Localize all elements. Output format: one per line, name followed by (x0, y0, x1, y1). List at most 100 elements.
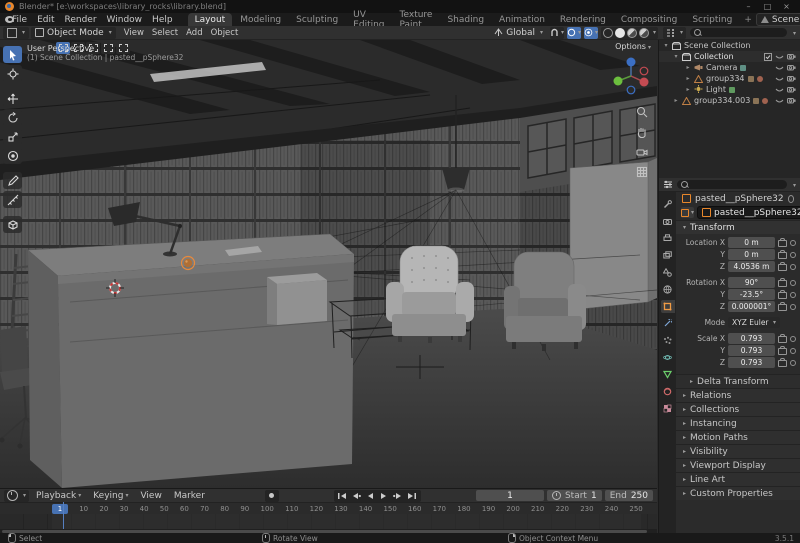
start-frame-field[interactable]: Start1 (547, 490, 602, 501)
hide-eye-icon[interactable] (775, 76, 784, 82)
close-button[interactable]: × (778, 1, 795, 12)
gizmo-y-axis[interactable] (614, 77, 623, 86)
disable-render-icon[interactable] (787, 64, 796, 71)
maximize-button[interactable]: □ (759, 1, 776, 12)
lock-icon[interactable] (778, 280, 787, 287)
transform-tool[interactable] (3, 147, 22, 164)
tab-scene[interactable] (661, 266, 675, 279)
minimize-button[interactable]: – (740, 1, 757, 12)
tab-layout[interactable]: Layout (188, 13, 233, 26)
select-box-tool[interactable] (3, 46, 22, 63)
menu-render[interactable]: Render (60, 13, 102, 26)
animate-dot[interactable] (790, 348, 796, 354)
tab-view-layer[interactable] (661, 249, 675, 262)
animate-dot[interactable] (790, 280, 796, 286)
tab-output[interactable] (661, 232, 675, 245)
gizmo-overlay-toggle[interactable] (584, 27, 598, 39)
shading-wireframe-icon[interactable] (603, 28, 613, 38)
outliner-row-group334-003[interactable]: ▸ group334.003 (659, 95, 800, 106)
properties-options-button[interactable] (791, 180, 796, 190)
snap-toggle[interactable] (550, 27, 564, 39)
hide-eye-icon[interactable] (775, 87, 784, 93)
timeline-menu-view[interactable]: View (135, 489, 166, 502)
tab-uv-editing[interactable]: UV Editing (346, 13, 391, 26)
animate-dot[interactable] (790, 240, 796, 246)
shading-material-icon[interactable] (627, 28, 637, 38)
section-instancing[interactable]: ▸Instancing (676, 416, 800, 430)
camera-view-icon[interactable] (636, 146, 648, 158)
ortho-grid-icon[interactable] (636, 166, 648, 178)
viewport-3d[interactable]: User Perspective (1) Scene Collection | … (0, 40, 657, 488)
gizmo-z-neg[interactable] (627, 86, 635, 94)
next-keyframe-button[interactable] (392, 490, 405, 501)
measure-tool[interactable] (3, 191, 22, 208)
scale-tool[interactable] (3, 128, 22, 145)
current-frame-field[interactable]: 1 (476, 490, 544, 501)
timeline-editor-selector[interactable] (4, 490, 29, 502)
section-visibility[interactable]: ▸Visibility (676, 444, 800, 458)
section-custom-properties[interactable]: ▸Custom Properties (676, 486, 800, 500)
annotate-tool[interactable] (3, 172, 22, 189)
cursor-tool[interactable] (3, 65, 22, 82)
menu-window[interactable]: Window (102, 13, 148, 26)
tab-modeling[interactable]: Modeling (233, 13, 288, 26)
disable-render-icon[interactable] (787, 53, 796, 60)
outliner-row-collection[interactable]: ▾ Collection (659, 51, 800, 62)
section-motion-paths[interactable]: ▸Motion Paths (676, 430, 800, 444)
outliner-row-light[interactable]: ▸ Light (659, 84, 800, 95)
menu-help[interactable]: Help (147, 13, 178, 26)
tab-tool[interactable] (661, 198, 675, 211)
hide-eye-icon[interactable] (775, 65, 784, 71)
browse-object-button[interactable] (681, 207, 694, 218)
outliner-filter-button[interactable] (791, 28, 796, 38)
hide-eye-icon[interactable] (775, 98, 784, 104)
timeline-menu-playback[interactable]: Playback (31, 489, 86, 502)
tab-render[interactable] (661, 215, 675, 228)
lock-icon[interactable] (778, 348, 787, 355)
lock-icon[interactable] (778, 240, 787, 247)
playhead-line[interactable] (63, 502, 64, 529)
gizmo-z-axis[interactable] (627, 58, 636, 67)
lock-icon[interactable] (778, 292, 787, 299)
tab-object-data[interactable] (661, 368, 675, 381)
play-button[interactable] (378, 490, 391, 501)
armchair-right[interactable] (504, 252, 586, 351)
tab-texture[interactable] (661, 402, 675, 415)
object-name-field[interactable]: pasted__pSphere32 (697, 206, 800, 219)
viewport-menu-add[interactable]: Add (182, 26, 206, 39)
rotation-mode-dropdown[interactable]: XYZ Euler (728, 317, 780, 328)
tab-physics[interactable] (661, 351, 675, 364)
tab-compositing[interactable]: Compositing (614, 13, 684, 26)
move-tool[interactable] (3, 90, 22, 107)
tab-scripting[interactable]: Scripting (685, 13, 739, 26)
timeline-ruler[interactable]: 1 10 20 30 40 50 60 70 80 90 100 110 120… (0, 503, 657, 514)
tab-particles[interactable] (661, 334, 675, 347)
prev-keyframe-button[interactable] (350, 490, 363, 501)
lock-icon[interactable] (778, 252, 787, 259)
section-delta-transform[interactable]: ▸Delta Transform (676, 374, 800, 388)
animate-dot[interactable] (790, 336, 796, 342)
lock-icon[interactable] (778, 360, 787, 367)
disable-render-icon[interactable] (787, 86, 796, 93)
animate-dot[interactable] (790, 292, 796, 298)
animate-dot[interactable] (790, 304, 796, 310)
pin-icon[interactable] (788, 195, 794, 203)
zoom-icon[interactable] (636, 106, 648, 118)
viewport-menu-view[interactable]: View (120, 26, 148, 39)
section-viewport-display[interactable]: ▸Viewport Display (676, 458, 800, 472)
options-button[interactable]: Options (615, 42, 651, 51)
transform-orientation-selector[interactable]: Global (490, 27, 547, 39)
tab-modifiers[interactable] (661, 317, 675, 330)
tab-animation[interactable]: Animation (492, 13, 552, 26)
side-table-box[interactable] (267, 273, 327, 325)
gizmo-x-neg[interactable] (640, 67, 648, 75)
outliner-row-scene-collection[interactable]: ▾ Scene Collection (659, 40, 800, 51)
section-relations[interactable]: ▸Relations (676, 388, 800, 402)
shading-rendered-icon[interactable] (639, 28, 649, 38)
tab-texture-paint[interactable]: Texture Paint (393, 13, 440, 26)
timeline-menu-keying[interactable]: Keying (88, 489, 133, 502)
timeline-menu-marker[interactable]: Marker (169, 489, 210, 502)
viewport-menu-select[interactable]: Select (148, 26, 182, 39)
transform-panel-header[interactable]: ▾ Transform (676, 220, 800, 234)
animate-dot[interactable] (790, 252, 796, 258)
